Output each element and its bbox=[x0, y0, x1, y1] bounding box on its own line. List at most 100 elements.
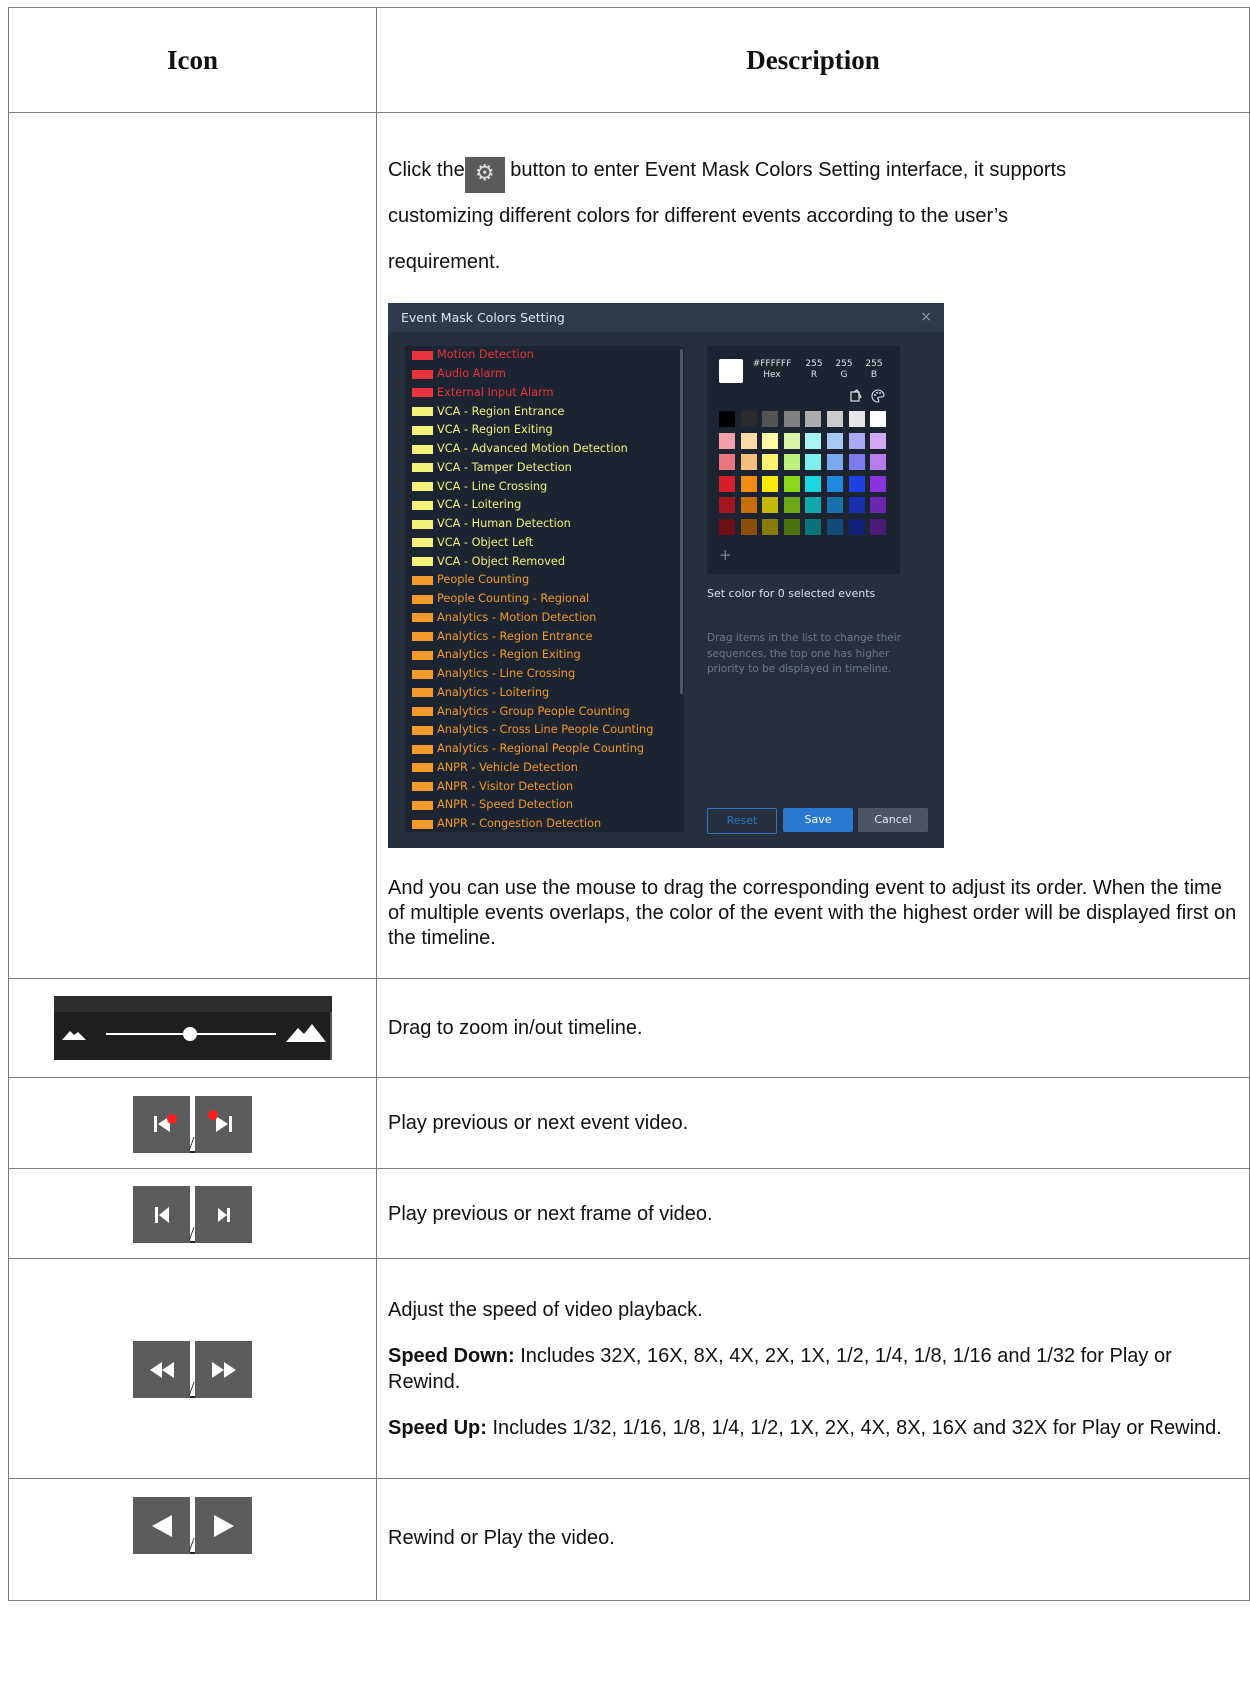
palette-color-swatch[interactable] bbox=[805, 411, 822, 427]
color-palette-grid[interactable] bbox=[719, 411, 887, 535]
speed-down-label: Speed Down: bbox=[388, 1344, 515, 1367]
event-color-swatch bbox=[412, 594, 433, 604]
palette-color-swatch[interactable] bbox=[848, 518, 865, 535]
palette-color-swatch[interactable] bbox=[826, 411, 843, 427]
palette-color-swatch[interactable] bbox=[805, 432, 822, 449]
event-color-swatch bbox=[412, 819, 433, 829]
b-value: 255 bbox=[865, 359, 883, 369]
next-frame-icon[interactable] bbox=[195, 1186, 252, 1243]
palette-color-swatch[interactable] bbox=[762, 497, 779, 514]
palette-color-swatch[interactable] bbox=[870, 518, 887, 535]
gear-icon[interactable]: ⚙ bbox=[464, 157, 505, 193]
palette-color-swatch[interactable] bbox=[826, 432, 843, 449]
speed-down-icon[interactable] bbox=[133, 1341, 190, 1398]
palette-color-swatch[interactable] bbox=[870, 432, 887, 449]
palette-color-swatch[interactable] bbox=[762, 454, 779, 471]
palette-color-swatch[interactable] bbox=[762, 432, 779, 449]
event-color-swatch bbox=[412, 744, 433, 754]
b-field[interactable]: 255 B bbox=[864, 359, 884, 381]
description-text: Play previous or next event video. bbox=[388, 1112, 689, 1134]
header-description: Description bbox=[376, 7, 1250, 113]
palette-color-swatch[interactable] bbox=[805, 454, 822, 471]
zoom-out-icon[interactable] bbox=[60, 1026, 90, 1042]
event-list[interactable]: Motion Detection Audio Alarm External Inpu… bbox=[405, 346, 684, 832]
icon-description-table: Icon Description Click the ⚙ button to en… bbox=[8, 7, 1250, 1601]
palette-color-swatch[interactable] bbox=[740, 454, 757, 471]
hex-field[interactable]: #FFFFFF Hex bbox=[752, 359, 792, 381]
event-list-item[interactable]: ANPR - Congestion Detection bbox=[405, 815, 684, 832]
speed-up-icon[interactable] bbox=[195, 1341, 252, 1398]
event-color-swatch bbox=[412, 407, 433, 417]
palette-color-swatch[interactable] bbox=[783, 411, 800, 427]
palette-color-swatch[interactable] bbox=[848, 475, 865, 492]
description-text: And you can use the mouse to drag the co… bbox=[388, 877, 1237, 949]
palette-color-swatch[interactable] bbox=[826, 454, 843, 471]
add-color-icon[interactable]: + bbox=[719, 542, 732, 568]
b-label: B bbox=[870, 370, 878, 380]
palette-color-swatch[interactable] bbox=[848, 432, 865, 449]
palette-color-swatch[interactable] bbox=[783, 518, 800, 535]
palette-color-swatch[interactable] bbox=[719, 497, 735, 514]
palette-color-swatch[interactable] bbox=[719, 411, 735, 427]
palette-color-swatch[interactable] bbox=[805, 475, 822, 492]
description-cell: Adjust the speed of video playback. Spee… bbox=[376, 1258, 1250, 1479]
palette-color-swatch[interactable] bbox=[740, 475, 757, 492]
palette-color-swatch[interactable] bbox=[719, 518, 735, 535]
palette-color-swatch[interactable] bbox=[826, 518, 843, 535]
palette-color-swatch[interactable] bbox=[805, 497, 822, 514]
palette-color-swatch[interactable] bbox=[848, 454, 865, 471]
palette-color-swatch[interactable] bbox=[740, 432, 757, 449]
palette-color-swatch[interactable] bbox=[762, 475, 779, 492]
cancel-button[interactable]: Cancel bbox=[858, 808, 928, 832]
palette-color-swatch[interactable] bbox=[870, 475, 887, 492]
palette-color-swatch[interactable] bbox=[783, 454, 800, 471]
event-color-swatch bbox=[412, 482, 433, 492]
palette-icon[interactable] bbox=[871, 389, 885, 403]
palette-color-swatch[interactable] bbox=[740, 497, 757, 514]
palette-color-swatch[interactable] bbox=[783, 432, 800, 449]
next-event-icon[interactable] bbox=[195, 1095, 252, 1153]
palette-color-swatch[interactable] bbox=[870, 497, 887, 514]
description-text: Play previous or next frame of video. bbox=[388, 1202, 713, 1225]
palette-color-swatch[interactable] bbox=[826, 475, 843, 492]
palette-color-swatch[interactable] bbox=[740, 411, 757, 427]
palette-color-swatch[interactable] bbox=[762, 411, 779, 427]
copy-color-icon[interactable] bbox=[850, 389, 863, 402]
previous-event-icon[interactable] bbox=[133, 1095, 190, 1153]
palette-color-swatch[interactable] bbox=[870, 411, 887, 427]
set-color-text: Set color for 0 selected events bbox=[707, 587, 876, 600]
palette-color-swatch[interactable] bbox=[783, 497, 800, 514]
zoom-slider-handle[interactable] bbox=[182, 1027, 197, 1041]
event-color-swatch bbox=[412, 725, 433, 735]
palette-color-swatch[interactable] bbox=[740, 518, 757, 535]
g-field[interactable]: 255 G bbox=[834, 359, 854, 381]
palette-color-swatch[interactable] bbox=[719, 432, 735, 449]
palette-color-swatch[interactable] bbox=[826, 497, 843, 514]
description-cell: Click the ⚙ button to enter Event Mask Co… bbox=[376, 112, 1250, 979]
description-text: requirement. bbox=[388, 251, 501, 273]
rewind-icon[interactable] bbox=[133, 1497, 190, 1554]
list-scrollbar[interactable] bbox=[680, 349, 683, 694]
table-row: Rewind or Play the video. bbox=[8, 1478, 1250, 1601]
event-color-swatch bbox=[412, 575, 433, 585]
palette-color-swatch[interactable] bbox=[848, 497, 865, 514]
close-icon[interactable]: × bbox=[920, 303, 932, 332]
zoom-slider-image bbox=[53, 996, 332, 1060]
previous-frame-icon[interactable] bbox=[133, 1186, 190, 1243]
speed-up-label: Speed Up: bbox=[388, 1416, 487, 1439]
description-text: Drag to zoom in/out timeline. bbox=[388, 1017, 643, 1039]
palette-color-swatch[interactable] bbox=[762, 518, 779, 535]
palette-color-swatch[interactable] bbox=[848, 411, 865, 427]
g-value: 255 bbox=[835, 359, 853, 369]
palette-color-swatch[interactable] bbox=[719, 475, 735, 492]
reset-button[interactable]: Reset bbox=[707, 808, 777, 834]
save-button[interactable]: Save bbox=[783, 808, 853, 832]
zoom-in-icon[interactable] bbox=[284, 1020, 328, 1044]
palette-color-swatch[interactable] bbox=[805, 518, 822, 535]
palette-color-swatch[interactable] bbox=[870, 454, 887, 471]
play-icon[interactable] bbox=[195, 1497, 252, 1554]
description-text: button to enter Event Mask Colors Settin… bbox=[510, 159, 1067, 181]
r-field[interactable]: 255 R bbox=[804, 359, 824, 381]
palette-color-swatch[interactable] bbox=[719, 454, 735, 471]
palette-color-swatch[interactable] bbox=[783, 475, 800, 492]
